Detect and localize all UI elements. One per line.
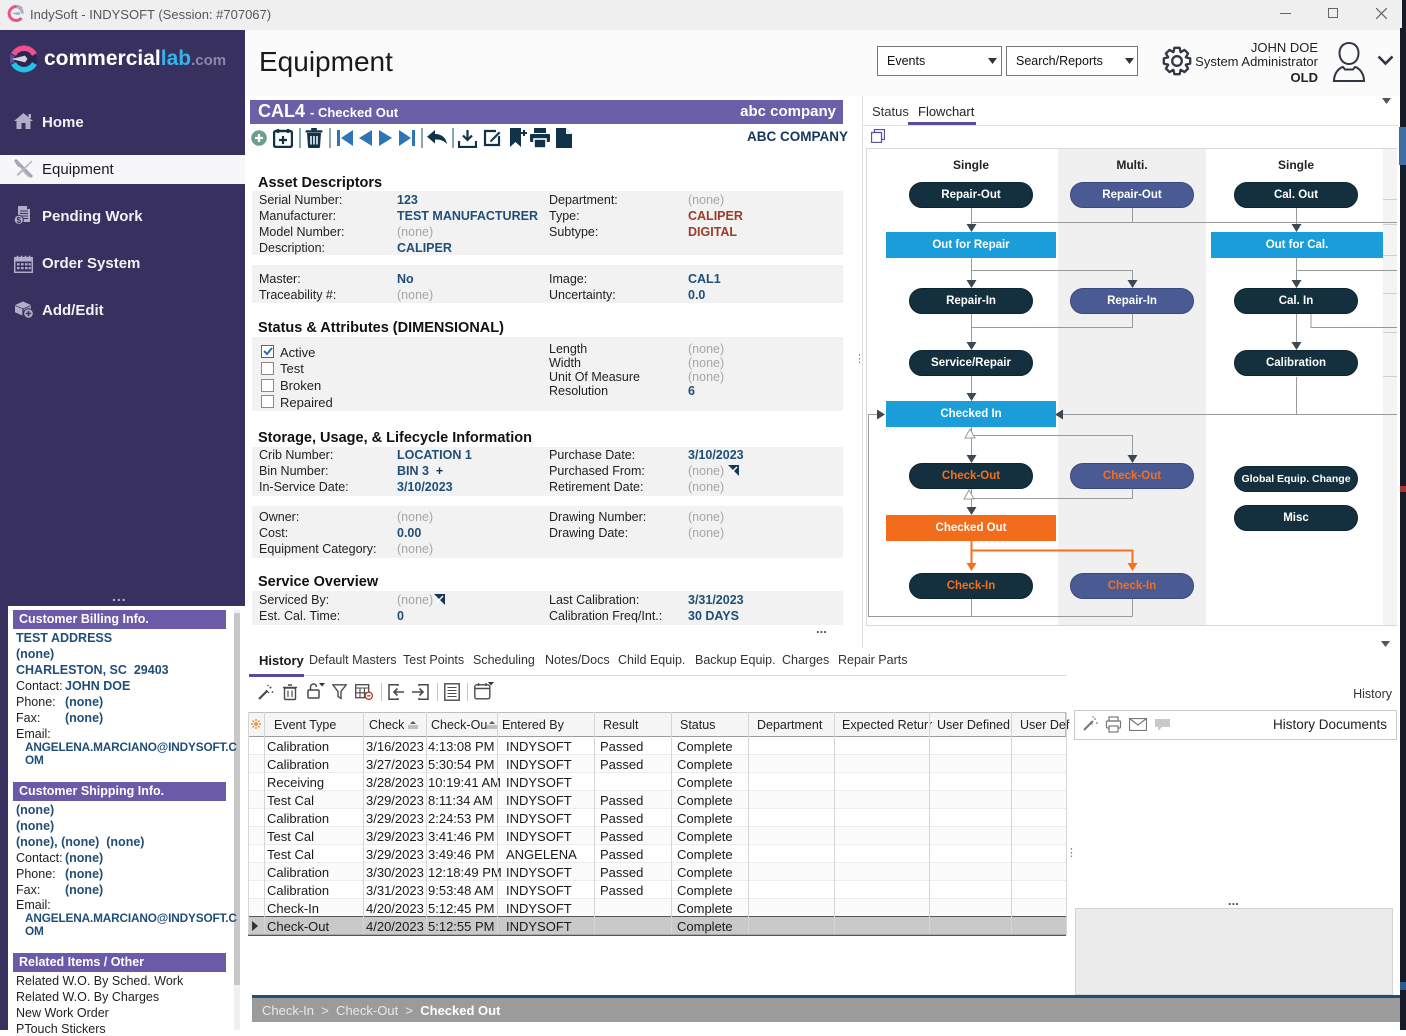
svg-text:$: $ <box>17 216 22 225</box>
